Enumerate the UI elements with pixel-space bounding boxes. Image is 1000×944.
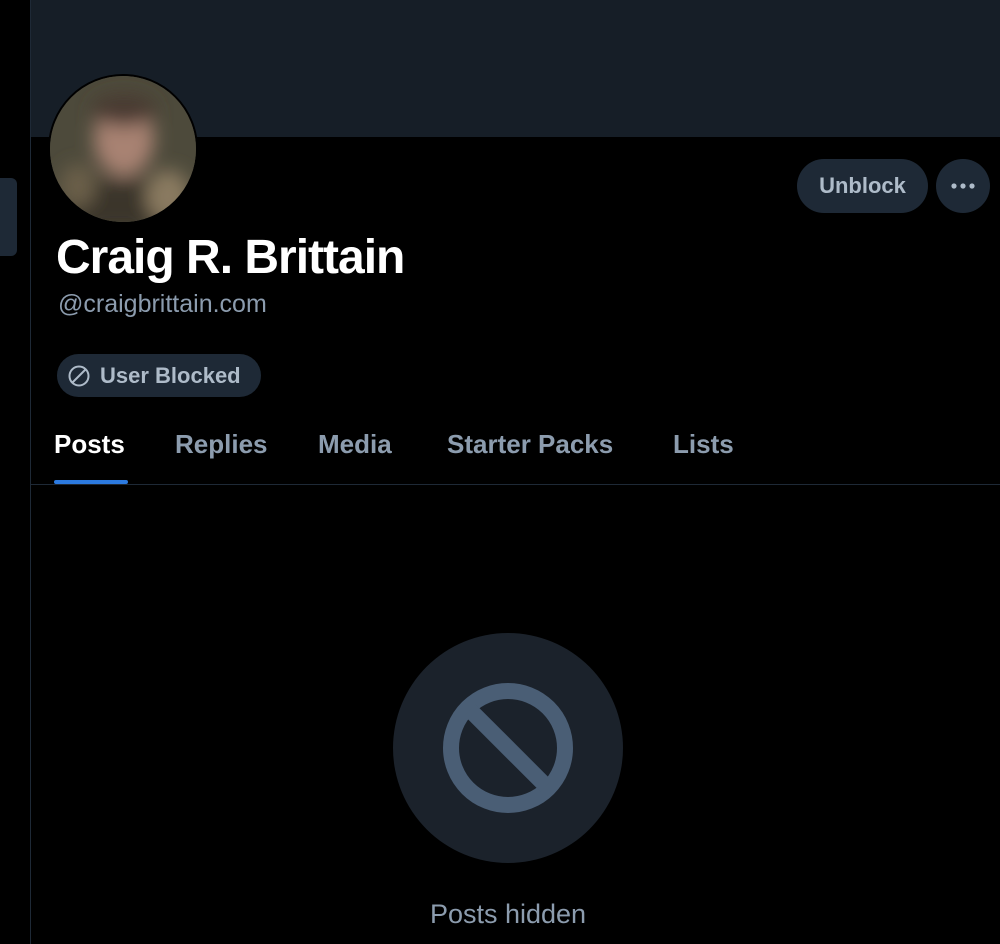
avatar[interactable]	[48, 74, 198, 224]
blocked-icon	[443, 683, 573, 813]
active-tab-indicator	[54, 480, 128, 484]
unblock-button[interactable]: Unblock	[797, 159, 928, 213]
user-blocked-badge: User Blocked	[57, 354, 261, 397]
left-sidebar-edge[interactable]	[0, 178, 17, 256]
avatar-image	[50, 76, 196, 222]
tab-replies[interactable]: Replies	[175, 428, 268, 460]
profile-page: Unblock Craig R. Brittain @craigbrittain…	[0, 0, 1000, 944]
tab-starter-packs[interactable]: Starter Packs	[447, 428, 613, 460]
tab-posts[interactable]: Posts	[54, 428, 125, 460]
blocked-small-icon	[68, 365, 90, 386]
tab-media[interactable]: Media	[318, 428, 392, 460]
display-name: Craig R. Brittain	[56, 231, 405, 284]
posts-hidden-message: Posts hidden	[429, 899, 587, 929]
user-blocked-label: User Blocked	[100, 362, 241, 388]
profile-handle: @craigbrittain.com	[58, 290, 267, 318]
more-options-button[interactable]	[936, 159, 990, 213]
ellipsis-icon	[951, 183, 975, 189]
tab-lists[interactable]: Lists	[673, 428, 734, 460]
posts-hidden-icon-container	[393, 633, 623, 863]
profile-tabs: Posts Replies Media Starter Packs Lists	[31, 416, 1000, 485]
